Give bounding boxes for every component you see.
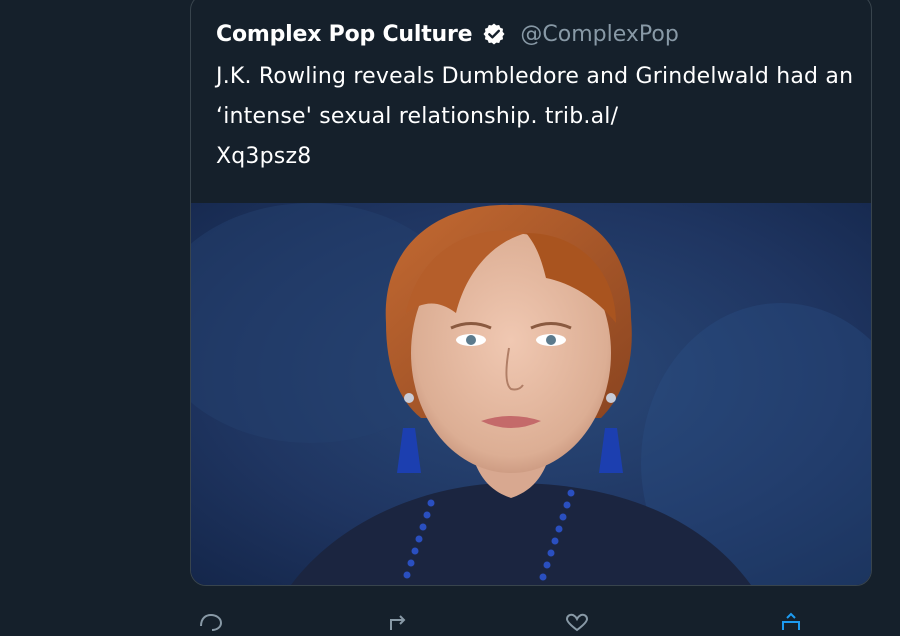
tweet-photo[interactable] — [191, 203, 871, 585]
handle[interactable]: @ComplexPop — [520, 22, 678, 47]
quoted-tweet-header: Complex Pop Culture @ComplexPop — [216, 17, 679, 51]
tweet-action-bar — [190, 606, 870, 632]
reply-icon[interactable] — [198, 612, 224, 632]
retweet-icon[interactable] — [386, 612, 412, 632]
tweet-text: J.K. Rowling reveals Dumbledore and Grin… — [216, 64, 854, 169]
quoted-tweet-card[interactable]: Complex Pop Culture @ComplexPop J.K. Row… — [190, 0, 872, 586]
like-icon[interactable] — [564, 612, 590, 632]
verified-badge-icon — [482, 22, 506, 46]
display-name[interactable]: Complex Pop Culture — [216, 22, 473, 47]
share-icon[interactable] — [778, 612, 804, 632]
